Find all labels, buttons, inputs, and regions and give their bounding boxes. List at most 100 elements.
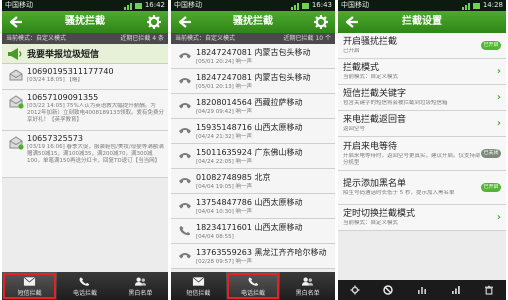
- toggle-switch[interactable]: 已开启: [481, 183, 501, 192]
- envelope-icon: [192, 276, 205, 286]
- spam-envelope-icon: [9, 95, 24, 109]
- setting-desc: 当前模式：自定义模式: [343, 74, 399, 80]
- list-item[interactable]: 10657325573 [03/19 16:06] 春季大促，服装鞋包/美妆/母…: [2, 131, 168, 178]
- list-item[interactable]: 18247247081 内蒙古包头移动 [05/01 20:13] 响一声: [171, 69, 335, 94]
- setting-title: 短信拦截关键字: [343, 89, 407, 99]
- setting-prompt-blacklist[interactable]: 提示添加黑名单 陌生号码通话时长低于 5 秒，提示加入黑名单 已开启: [338, 171, 506, 205]
- page-title: 骚扰拦截: [233, 16, 273, 27]
- sms-sender: 10657325573: [27, 134, 83, 143]
- setting-call-return-tone[interactable]: 来电拦截返回音 返回空号 ›: [338, 111, 506, 137]
- list-item[interactable]: 10690195311177740 [03/24 18:05] 【略】: [2, 64, 168, 90]
- list-item[interactable]: 13754847786 山西太原移动 [04/04 10:30] 响一声: [171, 194, 335, 219]
- sms-preview: [03/22 14:05] 75%人认为英语教大幅提升薪酬。为2012年加新）立…: [27, 103, 164, 123]
- mode-summary-bar: 当前模式：自定义模式 近期已拦截 4 条: [2, 33, 168, 44]
- setting-sms-keywords[interactable]: 短信拦截关键字 包含关键字的短信将会被拦截到垃圾短信箱 ›: [338, 85, 506, 111]
- blocked-call-icon: [179, 53, 191, 59]
- battery-icon: [134, 2, 142, 9]
- current-mode-label: 当前模式：自定义模式: [6, 35, 67, 42]
- call-detail: [04/24 21:32] 响一声: [196, 133, 252, 140]
- blocked-call-icon: [179, 153, 191, 159]
- chevron-right-icon: ›: [496, 92, 501, 103]
- setting-block-mode[interactable]: 拦截模式 当前模式：自定义模式 ›: [338, 59, 506, 85]
- status-bar: 中国移动 16:43: [171, 0, 335, 11]
- spam-envelope-icon: [9, 136, 24, 150]
- call-detail: [05/01 20:13] 响一声: [196, 83, 252, 90]
- tab-call-block[interactable]: 电话拦截: [57, 272, 112, 300]
- tab-sms-block[interactable]: 短信拦截: [171, 272, 226, 300]
- call-list: 18247247081 内蒙古包头移动 [05/01 20:24] 响一声 182…: [171, 44, 335, 269]
- list-item[interactable]: 15935148716 山西太原移动 [04/24 21:32] 响一声: [171, 119, 335, 144]
- setting-call-waiting[interactable]: 开启来电等待 开启来电等待时，返回空号更真实，建议开启。仅支持部分机型 已关闭: [338, 137, 506, 171]
- list-item[interactable]: 18247247081 内蒙古包头移动 [05/01 20:24] 响一声: [171, 44, 335, 69]
- gear-icon[interactable]: [350, 285, 360, 295]
- gear-icon[interactable]: [313, 14, 329, 30]
- chevron-right-icon: ›: [496, 66, 501, 77]
- chevron-right-icon: ›: [496, 118, 501, 129]
- tab-black-white-list[interactable]: 黑白名单: [113, 272, 168, 300]
- envelope-open-icon: [9, 69, 23, 81]
- call-block-screen: 中国移动 16:43 骚扰拦截 当前模式：自定义模式 近期已拦截 10 个 18…: [171, 0, 335, 300]
- report-spam-button[interactable]: 我要举报垃圾短信: [2, 44, 168, 64]
- setting-enable-block[interactable]: 开启骚扰拦截 已开启 已开启: [338, 33, 506, 59]
- tab-label: 短信拦截: [186, 289, 211, 297]
- setting-desc: 返回空号: [343, 126, 366, 132]
- system-nav-bar: [338, 280, 506, 300]
- caller-number: 15935148716 山西太原移动: [196, 122, 303, 132]
- blocked-count-label: 近期已拦截 10 个: [283, 35, 331, 42]
- clock: 16:43: [311, 1, 332, 9]
- carrier-label: 中国移动: [174, 1, 202, 9]
- setting-title: 提示添加黑名单: [343, 179, 407, 189]
- blocked-call-icon: [179, 178, 191, 184]
- call-detail: [04/04 10:30] 响一声: [196, 208, 252, 215]
- bars-icon[interactable]: [451, 285, 461, 295]
- battery-icon: [301, 2, 309, 9]
- caller-number: 15011635924 广东佛山移动: [196, 147, 303, 157]
- list-item[interactable]: 10657109091355 [03/22 14:05] 75%人认为英语教大幅…: [2, 90, 168, 131]
- toggle-switch[interactable]: 已关闭: [481, 149, 501, 158]
- sms-sender: 10690195311177740: [27, 67, 114, 76]
- tab-black-white-list[interactable]: 黑白名单: [280, 272, 335, 300]
- trash-icon[interactable]: [484, 285, 494, 295]
- report-spam-label: 我要举报垃圾短信: [27, 50, 100, 60]
- mode-summary-bar: 当前模式：自定义模式 近期已拦截 10 个: [171, 33, 335, 44]
- caller-number: 13763559263 黑龙江齐齐哈尔移动: [196, 247, 327, 257]
- settings-list: 开启骚扰拦截 已开启 已开启 拦截模式 当前模式：自定义模式 › 短信拦截关键字 包含…: [338, 33, 506, 231]
- caller-number: 18247247081 内蒙古包头移动: [196, 47, 311, 57]
- blocked-call-icon: [179, 128, 191, 134]
- carrier-label: 中国移动: [5, 1, 33, 9]
- blocked-call-icon: [179, 78, 191, 84]
- phone-icon: [248, 276, 258, 286]
- contacts-icon: [302, 277, 314, 286]
- tab-label: 电话拦截: [72, 289, 97, 297]
- list-item[interactable]: 01082748985 北京 [04/04 19:05] 响一声: [171, 169, 335, 194]
- equalizer-icon[interactable]: [417, 285, 427, 295]
- gear-icon[interactable]: [146, 14, 162, 30]
- megaphone-icon: [8, 47, 22, 60]
- contacts-icon: [134, 277, 146, 286]
- call-detail: [04/04 08:55]: [196, 233, 234, 240]
- bottom-tab-bar: 短信拦截 电话拦截 黑白名单: [171, 272, 335, 300]
- call-detail: [02/28 09:57] 响一声: [196, 258, 252, 265]
- sms-list: 10690195311177740 [03/24 18:05] 【略】 1065…: [2, 64, 168, 178]
- call-detail: [04/04 19:05] 响一声: [196, 183, 252, 190]
- blocked-call-icon: [179, 253, 191, 259]
- phone-icon: [80, 276, 90, 286]
- list-item[interactable]: 15011635924 广东佛山移动 [04/24 22:05] 响一声: [171, 144, 335, 169]
- setting-title: 开启来电等待: [343, 141, 398, 152]
- setting-scheduled-mode[interactable]: 定时切换拦截模式 当前模式：自定义模式 ›: [338, 205, 506, 231]
- tab-sms-block[interactable]: 短信拦截: [2, 272, 58, 300]
- call-detail: [04/24 22:05] 响一声: [196, 158, 252, 165]
- setting-desc: 陌生号码通话时长低于 5 秒，提示加入黑名单: [343, 190, 455, 196]
- caller-number: 18234171601 山西太原移动: [196, 222, 303, 232]
- block-icon[interactable]: [383, 285, 394, 295]
- caller-number: 18208014564 西藏拉萨移动: [196, 97, 303, 107]
- battery-icon: [472, 2, 480, 9]
- call-detail: [05/01 20:24] 响一声: [196, 58, 252, 65]
- list-item[interactable]: 18234171601 山西太原移动 [04/04 08:55]: [171, 219, 335, 244]
- tab-call-block[interactable]: 电话拦截: [225, 272, 281, 300]
- list-item[interactable]: 13763559263 黑龙江齐齐哈尔移动 [02/28 09:57] 响一声: [171, 244, 335, 269]
- sms-preview: [03/24 18:05] 【略】: [27, 77, 83, 83]
- list-item[interactable]: 18208014564 西藏拉萨移动 [04/29 09:42] 响一声: [171, 94, 335, 119]
- toggle-switch[interactable]: 已开启: [481, 41, 501, 50]
- signal-icon: [461, 2, 470, 10]
